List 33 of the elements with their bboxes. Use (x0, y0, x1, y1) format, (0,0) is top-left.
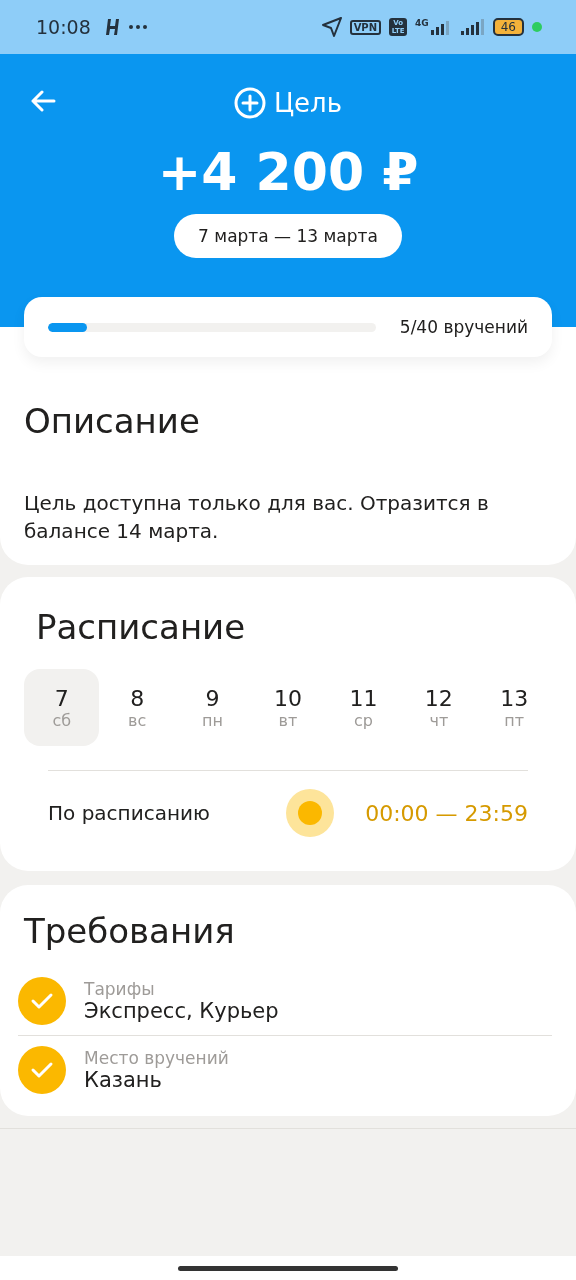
battery-indicator: 46 (492, 18, 524, 36)
add-circle-icon (233, 87, 266, 119)
back-button[interactable] (30, 90, 56, 112)
description-text: Цель доступна только для вас. Отразится в балансе 14 марта. (24, 490, 490, 545)
location-arrow-icon (321, 17, 342, 37)
day-tab[interactable]: 11 ср (325, 669, 402, 746)
day-tab[interactable]: 7 сб (24, 669, 100, 746)
day-tab[interactable]: 13 пт (476, 669, 552, 746)
screen-title: Цель (273, 88, 343, 118)
progress-reading: 5/40 вручений (399, 317, 528, 337)
status-time: 10:08 (36, 16, 91, 38)
requirement-label: Тарифы (84, 979, 156, 999)
app-notification-icon (104, 18, 121, 36)
vpn-indicator: VPN (349, 19, 382, 35)
requirement-value: Казань (84, 1068, 163, 1092)
goal-amount: +4 200 ₽ (157, 142, 419, 202)
day-tab[interactable]: 10 вт (250, 669, 326, 746)
more-icon (128, 25, 147, 29)
period-badge: 7 марта — 13 марта (174, 214, 402, 258)
sun-icon (285, 788, 336, 838)
network-type: 4G (415, 18, 429, 28)
day-tab[interactable]: 8 вс (99, 669, 175, 746)
day-tab[interactable]: 9 пн (174, 669, 251, 746)
section-title: Описание (24, 401, 201, 441)
status-dot-icon (532, 22, 542, 32)
schedule-time: 00:00 — 23:59 (365, 800, 528, 826)
day-tab[interactable]: 12 чт (401, 669, 477, 746)
requirement-label: Место вручений (84, 1048, 229, 1068)
section-title: Расписание (35, 607, 247, 647)
schedule-label: По расписанию (48, 801, 211, 825)
requirement-value: Экспресс, Курьер (84, 999, 279, 1023)
section-title: Требования (23, 911, 236, 951)
signal-icon (460, 19, 485, 35)
